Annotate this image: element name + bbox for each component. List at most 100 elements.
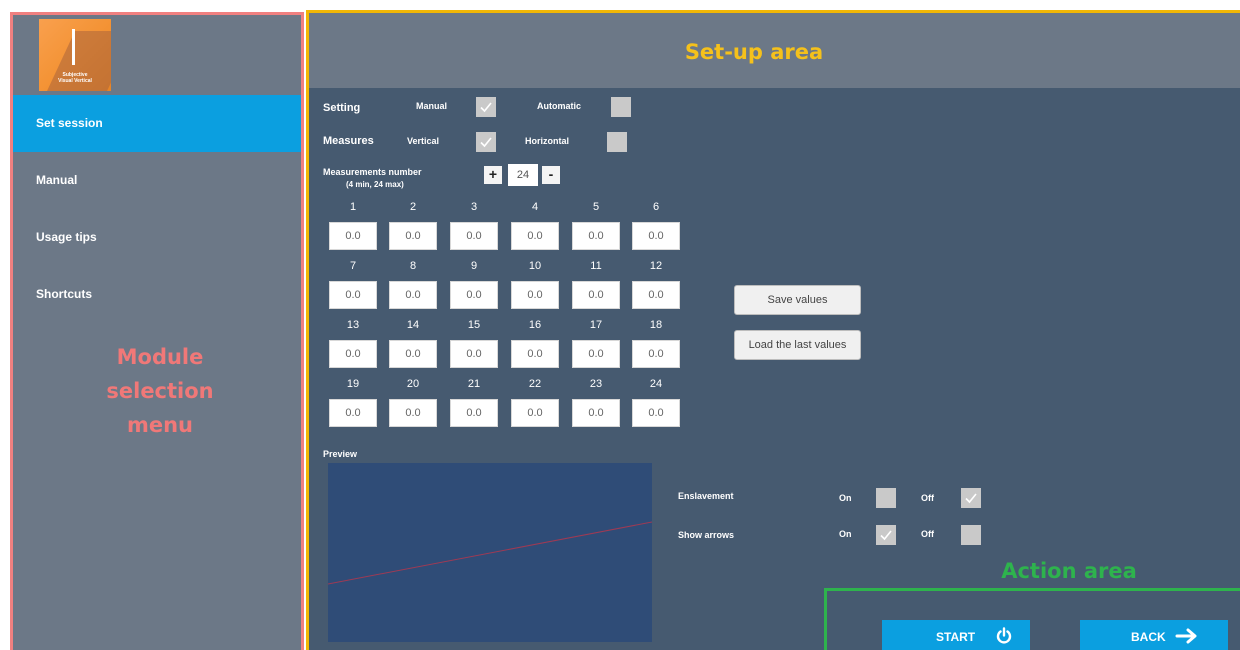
save-values-button[interactable]: Save values bbox=[734, 285, 861, 315]
value-input-15[interactable]: 0.0 bbox=[450, 340, 498, 368]
measures-vertical-checkbox[interactable] bbox=[476, 132, 496, 152]
show-arrows-on-label: On bbox=[839, 529, 852, 539]
measures-label: Measures bbox=[323, 135, 374, 147]
measurements-number-label: Measurements number bbox=[323, 167, 422, 177]
setup-area: Set-up area Setting Manual Automatic Mea… bbox=[306, 10, 1240, 650]
start-button[interactable]: START bbox=[882, 620, 1030, 650]
show-arrows-off-label: Off bbox=[921, 529, 934, 539]
value-index-label: 6 bbox=[652, 201, 660, 213]
preview-panel bbox=[327, 463, 653, 642]
value-input-16[interactable]: 0.0 bbox=[511, 340, 559, 368]
enslavement-off-checkbox[interactable] bbox=[961, 488, 981, 508]
sidebar-item-label: Shortcuts bbox=[36, 287, 93, 301]
show-arrows-off-checkbox[interactable] bbox=[961, 525, 981, 545]
setting-label: Setting bbox=[323, 102, 361, 114]
value-input-6[interactable]: 0.0 bbox=[632, 222, 680, 250]
sidebar-item-manual[interactable]: Manual bbox=[13, 152, 301, 209]
app-logo: Subjective Visual Vertical bbox=[39, 19, 111, 91]
measures-horizontal-checkbox[interactable] bbox=[607, 132, 627, 152]
value-input-4[interactable]: 0.0 bbox=[511, 222, 559, 250]
value-index-label: 13 bbox=[346, 319, 360, 331]
setting-manual-label: Manual bbox=[416, 101, 448, 111]
value-index-label: 1 bbox=[349, 201, 357, 213]
value-index-label: 23 bbox=[589, 378, 603, 390]
value-input-21[interactable]: 0.0 bbox=[450, 399, 498, 427]
value-index-label: 4 bbox=[531, 201, 539, 213]
value-index-label: 15 bbox=[467, 319, 481, 331]
value-input-22[interactable]: 0.0 bbox=[511, 399, 559, 427]
sidebar-item-label: Usage tips bbox=[36, 230, 97, 244]
checkmark-icon bbox=[480, 137, 492, 148]
setting-manual-checkbox[interactable] bbox=[476, 97, 496, 117]
sidebar-item-set-session[interactable]: Set session bbox=[13, 95, 301, 152]
action-area-annotation: Action area bbox=[1001, 559, 1137, 583]
value-input-20[interactable]: 0.0 bbox=[389, 399, 437, 427]
sidebar-item-shortcuts[interactable]: Shortcuts bbox=[13, 266, 301, 323]
module-selection-sidebar: Subjective Visual Vertical Set session M… bbox=[10, 12, 304, 650]
value-index-label: 22 bbox=[528, 378, 542, 390]
value-input-9[interactable]: 0.0 bbox=[450, 281, 498, 309]
checkmark-icon bbox=[880, 530, 892, 541]
sidebar-item-label: Set session bbox=[36, 116, 103, 130]
setting-automatic-label: Automatic bbox=[537, 101, 582, 111]
value-index-label: 20 bbox=[406, 378, 420, 390]
sidebar-item-label: Manual bbox=[36, 173, 78, 187]
enslavement-off-label: Off bbox=[921, 493, 934, 503]
value-index-label: 11 bbox=[590, 260, 602, 272]
value-input-7[interactable]: 0.0 bbox=[329, 281, 377, 309]
value-index-label: 3 bbox=[470, 201, 478, 213]
measurements-range-label: (4 min, 24 max) bbox=[346, 180, 404, 189]
show-arrows-label: Show arrows bbox=[678, 530, 735, 540]
value-index-label: 5 bbox=[592, 201, 600, 213]
value-index-label: 8 bbox=[409, 260, 417, 272]
value-input-3[interactable]: 0.0 bbox=[450, 222, 498, 250]
value-input-10[interactable]: 0.0 bbox=[511, 281, 559, 309]
value-input-5[interactable]: 0.0 bbox=[572, 222, 620, 250]
value-input-17[interactable]: 0.0 bbox=[572, 340, 620, 368]
value-index-label: 17 bbox=[589, 319, 603, 331]
value-index-label: 24 bbox=[649, 378, 663, 390]
load-last-values-button[interactable]: Load the last values bbox=[734, 330, 861, 360]
back-button-label: BACK bbox=[1131, 630, 1166, 644]
checkmark-icon bbox=[480, 102, 492, 113]
start-button-label: START bbox=[936, 630, 976, 644]
module-selection-annotation: Module selection menu bbox=[106, 345, 214, 437]
value-input-24[interactable]: 0.0 bbox=[632, 399, 680, 427]
preview-line bbox=[327, 521, 653, 585]
power-icon bbox=[996, 627, 1012, 644]
value-input-19[interactable]: 0.0 bbox=[329, 399, 377, 427]
value-input-8[interactable]: 0.0 bbox=[389, 281, 437, 309]
value-index-label: 7 bbox=[349, 260, 357, 272]
back-button[interactable]: BACK bbox=[1080, 620, 1228, 650]
value-input-1[interactable]: 0.0 bbox=[329, 222, 377, 250]
setting-automatic-checkbox[interactable] bbox=[611, 97, 631, 117]
enslavement-label: Enslavement bbox=[678, 491, 734, 501]
value-index-label: 16 bbox=[528, 319, 542, 331]
value-index-label: 12 bbox=[649, 260, 663, 272]
checkmark-icon bbox=[965, 493, 977, 504]
measures-vertical-label: Vertical bbox=[407, 136, 440, 146]
value-index-label: 18 bbox=[649, 319, 663, 331]
decrement-button[interactable]: - bbox=[542, 166, 560, 184]
value-input-23[interactable]: 0.0 bbox=[572, 399, 620, 427]
arrow-right-icon bbox=[1175, 628, 1197, 644]
measures-horizontal-label: Horizontal bbox=[525, 136, 569, 146]
value-input-2[interactable]: 0.0 bbox=[389, 222, 437, 250]
value-index-label: 21 bbox=[467, 378, 481, 390]
value-input-18[interactable]: 0.0 bbox=[632, 340, 680, 368]
value-input-14[interactable]: 0.0 bbox=[389, 340, 437, 368]
preview-label: Preview bbox=[323, 449, 358, 459]
increment-button[interactable]: + bbox=[484, 166, 502, 184]
value-index-label: 14 bbox=[406, 319, 420, 331]
value-input-13[interactable]: 0.0 bbox=[329, 340, 377, 368]
setup-area-annotation: Set-up area bbox=[684, 40, 824, 64]
value-index-label: 10 bbox=[528, 260, 542, 272]
value-index-label: 9 bbox=[470, 260, 478, 272]
value-index-label: 2 bbox=[409, 201, 417, 213]
sidebar-item-usage-tips[interactable]: Usage tips bbox=[13, 209, 301, 266]
enslavement-on-checkbox[interactable] bbox=[876, 488, 896, 508]
value-input-11[interactable]: 0.0 bbox=[572, 281, 620, 309]
value-input-12[interactable]: 0.0 bbox=[632, 281, 680, 309]
show-arrows-on-checkbox[interactable] bbox=[876, 525, 896, 545]
measurements-count-field[interactable]: 24 bbox=[508, 164, 538, 186]
